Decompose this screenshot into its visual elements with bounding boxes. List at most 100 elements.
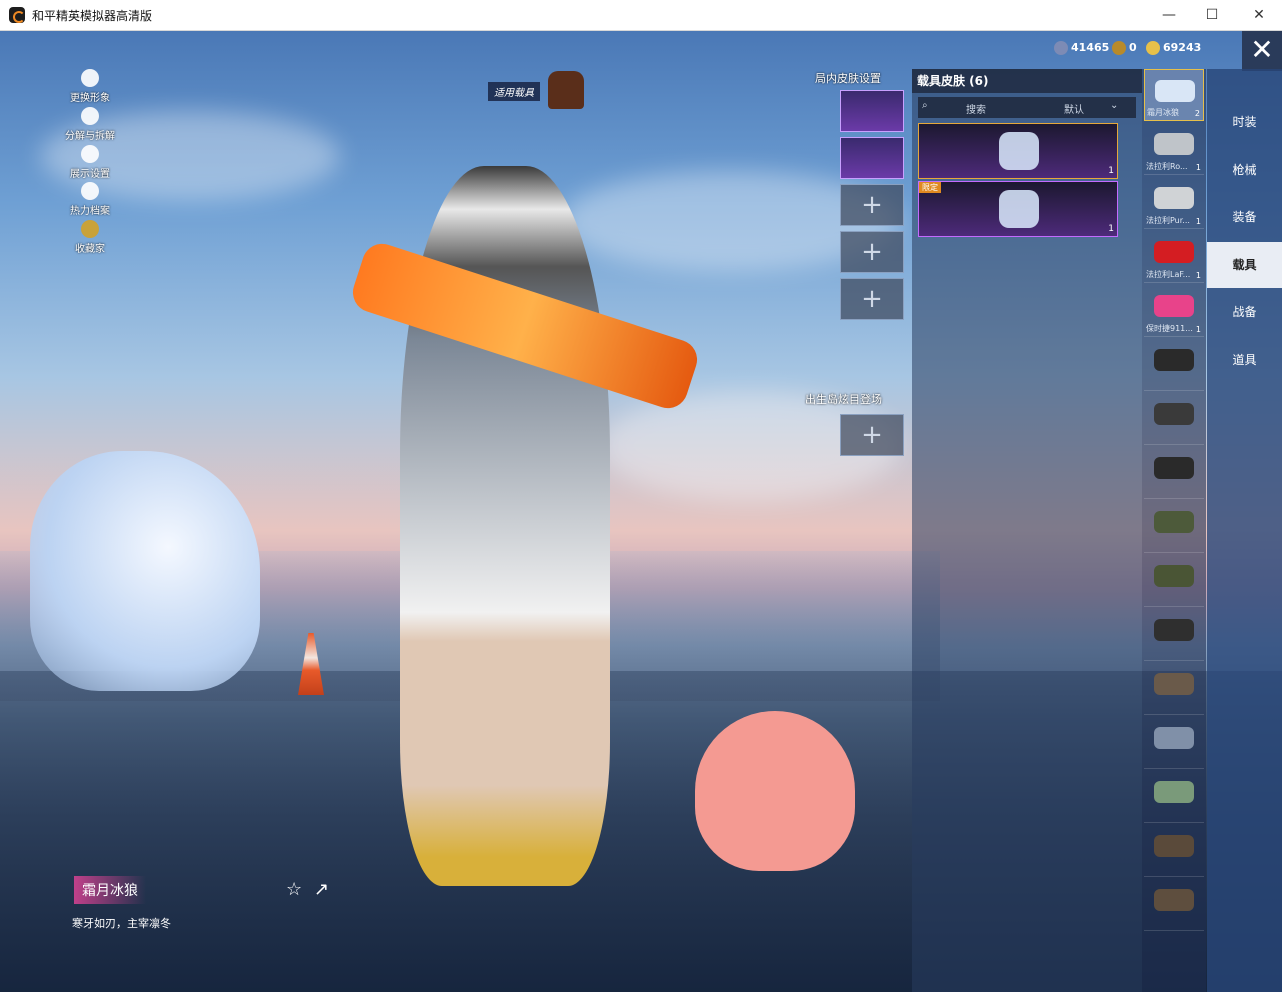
- vehicle-thumbnail: [1155, 80, 1195, 102]
- vehicle-item[interactable]: [1144, 717, 1204, 769]
- app-logo-icon: [9, 7, 25, 23]
- change-appearance-label: 更换形象: [70, 93, 110, 104]
- eye-icon: [81, 145, 99, 163]
- person-icon: [81, 69, 99, 87]
- vehicle-thumbnail: [1154, 403, 1194, 425]
- vehicle-count: 1: [1195, 271, 1201, 280]
- applicable-vehicle-tag: 适用载具: [488, 82, 540, 101]
- share-icon[interactable]: ↗: [314, 879, 329, 900]
- collector-button[interactable]: 收藏家: [50, 220, 130, 255]
- change-appearance-button[interactable]: 更换形象: [50, 69, 130, 104]
- vehicle-thumbnail: [1154, 295, 1194, 317]
- vehicle-item[interactable]: [1144, 501, 1204, 553]
- decompose-button[interactable]: 分解与拆解: [50, 107, 130, 142]
- vehicle-item[interactable]: [1144, 339, 1204, 391]
- vehicle-item[interactable]: [1144, 447, 1204, 499]
- vehicle-thumbnail: [1154, 835, 1194, 857]
- vehicle-item[interactable]: 法拉利Pur... 1: [1144, 177, 1204, 229]
- flame-icon: [81, 182, 99, 200]
- search-icon: ⌕: [922, 100, 928, 111]
- display-settings-button[interactable]: 展示设置: [50, 145, 130, 180]
- skin-card-2[interactable]: 限定 1: [918, 181, 1118, 237]
- selected-item-name: 霜月冰狼: [74, 876, 146, 904]
- vehicle-thumbnail: [1154, 133, 1194, 155]
- skin-card-1[interactable]: 1: [918, 123, 1118, 179]
- category-tabs: 时装 枪械 装备 载具 战备 道具: [1207, 69, 1282, 992]
- currency-gold: 69243: [1146, 41, 1201, 55]
- vehicle-item[interactable]: 法拉利LaF... 1: [1144, 231, 1204, 283]
- ice-wolf-figure: [30, 451, 260, 691]
- currency-silver: 41465: [1054, 41, 1109, 55]
- currency-token: 0: [1112, 41, 1137, 55]
- vehicle-name: 法拉利LaF...: [1146, 270, 1191, 279]
- vehicle-thumbnail: [1154, 619, 1194, 641]
- vehicle-name: 保时捷911...: [1146, 324, 1193, 333]
- maximize-button[interactable]: ☐: [1189, 0, 1235, 31]
- vehicle-item[interactable]: [1144, 555, 1204, 607]
- sort-dropdown[interactable]: 默认: [1064, 101, 1084, 116]
- octopus-pet-figure: [695, 711, 855, 871]
- vehicle-name: 法拉利Ro...: [1146, 162, 1188, 171]
- tab-items[interactable]: 道具: [1207, 337, 1282, 383]
- minimize-button[interactable]: —: [1146, 0, 1192, 31]
- decompose-label: 分解与拆解: [65, 131, 115, 142]
- close-window-button[interactable]: ✕: [1236, 0, 1282, 31]
- skin-card-art: [999, 132, 1039, 170]
- tab-supplies[interactable]: 战备: [1207, 289, 1282, 335]
- vehicle-thumbnail: [1154, 673, 1194, 695]
- vehicle-thumbnail: [1154, 889, 1194, 911]
- vehicle-skin-panel: 载具皮肤 (6) ⌕ 搜索 默认 ⌄ 1 限定 1: [912, 69, 1142, 992]
- skin-card-count: 1: [1108, 166, 1114, 176]
- plus-icon: +: [861, 420, 883, 450]
- tab-equipment[interactable]: 装备: [1207, 194, 1282, 240]
- vehicle-name: 霜月冰狼: [1147, 108, 1179, 117]
- vehicle-item[interactable]: [1144, 393, 1204, 445]
- vehicle-item[interactable]: 保时捷911... 1: [1144, 285, 1204, 337]
- token-coin-icon: [1112, 41, 1126, 55]
- tab-outfit[interactable]: 时装: [1207, 99, 1282, 145]
- skin-search-bar[interactable]: ⌕ 搜索 默认 ⌄: [918, 97, 1136, 118]
- game-viewport: 更换形象 分解与拆解 展示设置 热力档案 收藏家 适用载具 41465 0 69…: [0, 31, 1282, 992]
- spawn-entrance-slot[interactable]: +: [840, 414, 904, 456]
- vehicle-thumbnail: [1154, 457, 1194, 479]
- chevron-down-icon: ⌄: [1110, 100, 1119, 111]
- vehicle-item[interactable]: [1144, 663, 1204, 715]
- vehicle-count: 1: [1195, 217, 1201, 226]
- tab-vehicles[interactable]: 载具: [1207, 242, 1282, 288]
- display-settings-label: 展示设置: [70, 169, 110, 180]
- vehicle-skin-title: 载具皮肤 (6): [912, 69, 1142, 93]
- vehicle-thumbnail: [1154, 349, 1194, 371]
- vehicle-thumbnail: [1154, 241, 1194, 263]
- vehicle-count: 2: [1194, 109, 1200, 118]
- ingame-skin-slot-2[interactable]: [840, 137, 904, 179]
- vehicle-thumbnail: [1154, 187, 1194, 209]
- vehicle-item[interactable]: [1144, 825, 1204, 877]
- ingame-skin-slot-4[interactable]: +: [840, 231, 904, 273]
- ingame-skin-slot-5[interactable]: +: [840, 278, 904, 320]
- vehicle-item[interactable]: 法拉利Ro... 1: [1144, 123, 1204, 175]
- close-screen-button[interactable]: ✕: [1242, 31, 1282, 71]
- vehicle-thumbnail: [1154, 727, 1194, 749]
- plus-icon: +: [861, 237, 883, 267]
- ingame-skin-slot-3[interactable]: +: [840, 184, 904, 226]
- window-title: 和平精英模拟器高清版: [32, 9, 153, 23]
- vehicle-item[interactable]: [1144, 609, 1204, 661]
- skin-card-badge: 限定: [919, 182, 941, 193]
- heat-archive-button[interactable]: 热力档案: [50, 182, 130, 217]
- search-label: 搜索: [966, 105, 986, 116]
- ingame-skin-settings-header: 局内皮肤设置: [815, 72, 881, 85]
- spawn-island-entrance-header: 出生岛炫目登场: [805, 393, 882, 406]
- vehicle-item[interactable]: [1144, 771, 1204, 823]
- vehicle-thumbnail: [1154, 511, 1194, 533]
- vehicle-count: 1: [1195, 163, 1201, 172]
- vehicle-thumbnail: [1154, 781, 1194, 803]
- collector-label: 收藏家: [75, 244, 105, 255]
- skin-card-count: 1: [1108, 224, 1114, 234]
- vehicle-count: 1: [1195, 325, 1201, 334]
- ingame-skin-slot-1[interactable]: [840, 90, 904, 132]
- tab-weapons[interactable]: 枪械: [1207, 147, 1282, 193]
- vehicle-item[interactable]: [1144, 879, 1204, 931]
- selected-item-description: 寒牙如刃，主宰凛冬: [72, 917, 171, 930]
- favorite-star-icon[interactable]: ☆: [286, 879, 302, 900]
- vehicle-item[interactable]: 霜月冰狼 2: [1144, 69, 1204, 121]
